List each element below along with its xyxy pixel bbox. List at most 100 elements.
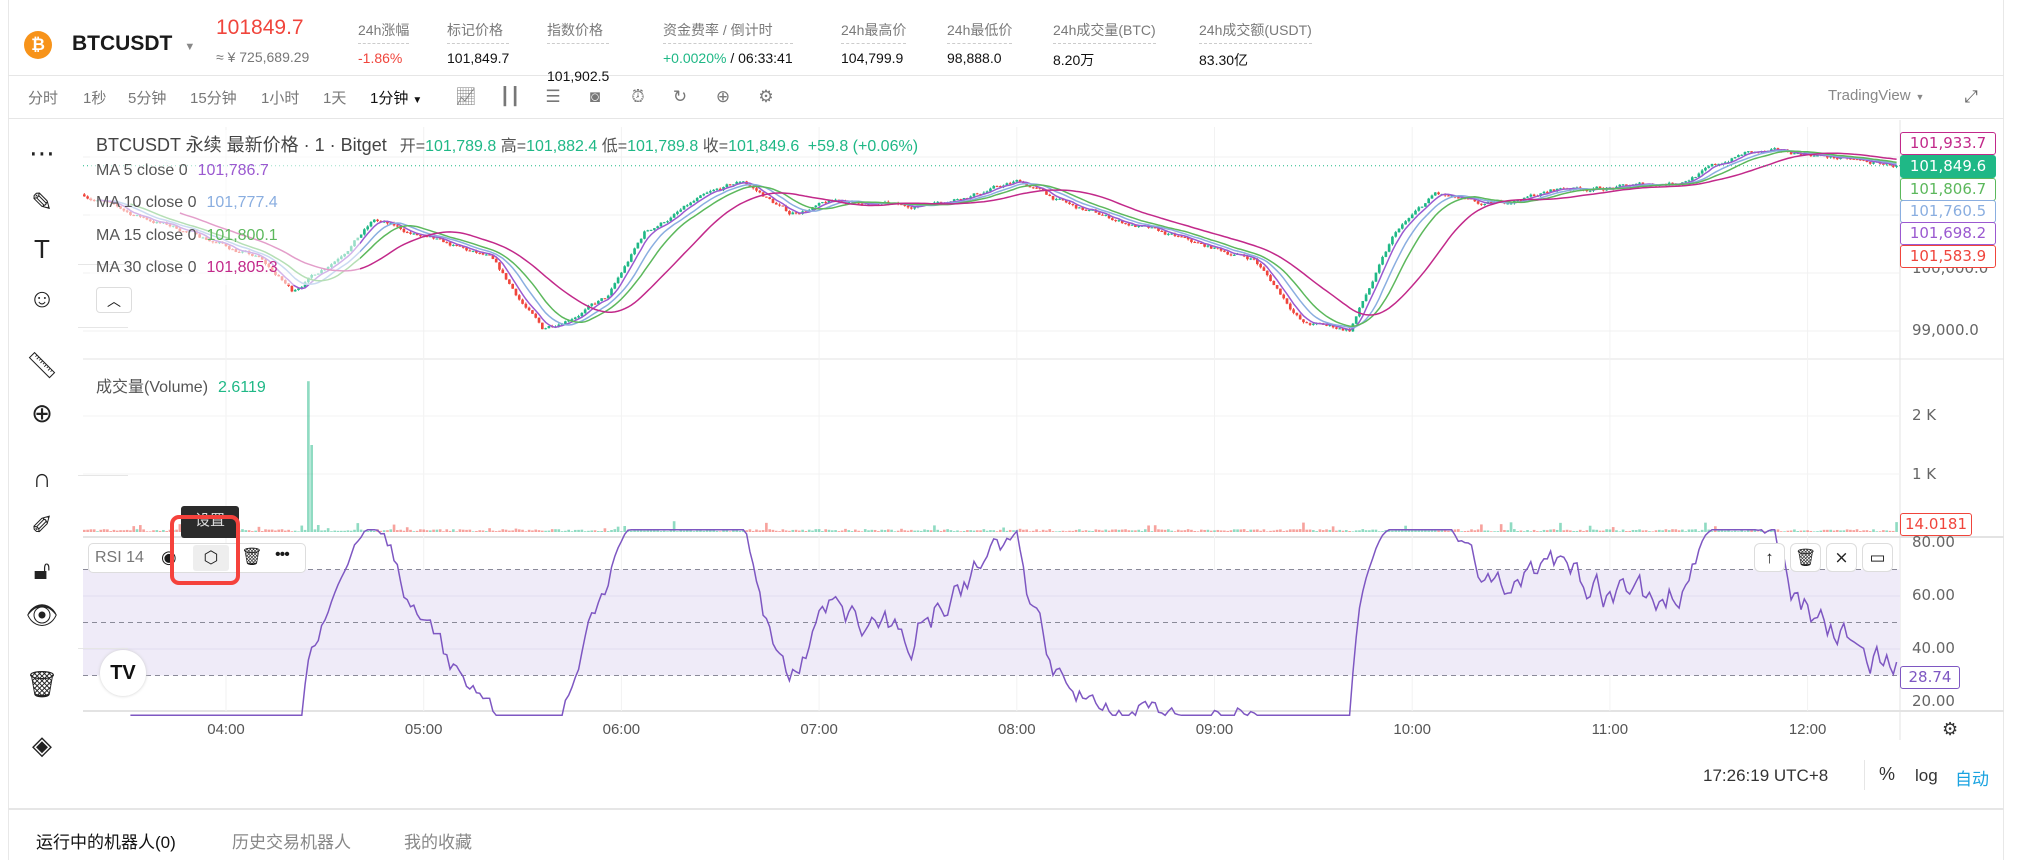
- candle: [620, 272, 623, 278]
- add-icon[interactable]: ⊕: [712, 86, 734, 108]
- candle: [906, 205, 910, 208]
- volume-bar: [666, 531, 669, 532]
- volume-bar: [165, 531, 169, 532]
- view-mode-dropdown[interactable]: TradingView ▼: [1828, 87, 1924, 104]
- trash-icon[interactable]: 🗑︎: [241, 547, 263, 567]
- volume-bar: [1463, 531, 1467, 532]
- lock-drawing-icon[interactable]: ✐: [22, 508, 62, 542]
- candle: [1279, 288, 1282, 295]
- ma-line-30: [179, 152, 1897, 316]
- candle: [452, 244, 455, 246]
- candle: [679, 209, 683, 212]
- volume-bar: [1051, 531, 1055, 532]
- bottom-tab-1[interactable]: 历史交易机器人: [232, 828, 351, 853]
- stat-value-text: 83.30亿: [1199, 52, 1249, 68]
- volume-bar: [1147, 525, 1150, 532]
- volume-bar: [929, 530, 933, 532]
- candle: [547, 326, 551, 329]
- more-icon[interactable]: •••: [275, 546, 290, 564]
- volume-bar: [1064, 531, 1068, 532]
- ruler-icon[interactable]: 📏︎: [22, 348, 62, 382]
- collapse-legend-button[interactable]: ︿: [96, 287, 132, 313]
- volume-bar: [1842, 530, 1846, 532]
- timeframe-5[interactable]: 1天: [323, 87, 346, 108]
- timeframe-4[interactable]: 1小时: [261, 87, 299, 108]
- volume-bar: [1651, 531, 1655, 532]
- volume-bar: [1229, 530, 1233, 532]
- candle: [534, 313, 538, 318]
- timeframe-3[interactable]: 15分钟: [190, 87, 237, 108]
- volume-bar: [419, 529, 422, 532]
- candle: [1114, 220, 1117, 222]
- volume-bar: [452, 529, 455, 532]
- trend-line-icon[interactable]: ⋯: [22, 136, 62, 170]
- volume-bar: [501, 529, 505, 532]
- unlock-icon[interactable]: 🔓︎: [22, 553, 62, 587]
- move-up-icon[interactable]: ↑: [1754, 543, 1785, 572]
- volume-bar: [1045, 530, 1048, 532]
- settings-icon[interactable]: ⚙: [755, 86, 777, 108]
- auto-toggle[interactable]: 自动: [1955, 765, 1989, 790]
- time-tick: 11:00: [1591, 721, 1629, 738]
- volume-bar: [1094, 529, 1098, 532]
- volume-bar: [1321, 530, 1325, 532]
- layout-icon[interactable]: ☰: [542, 86, 564, 108]
- trash-icon[interactable]: 🗑︎: [1790, 543, 1821, 572]
- volume-bar: [1816, 531, 1819, 532]
- volume-bar: [1262, 529, 1266, 532]
- candle-type-icon[interactable]: ┃┃: [499, 86, 521, 108]
- volume-bar: [1381, 531, 1384, 532]
- stat-3: 资金费率 / 倒计时 +0.0020% / 06:33:41: [663, 20, 793, 66]
- timeframe-2[interactable]: 5分钟: [128, 87, 166, 108]
- alarm-icon[interactable]: ⏰︎: [627, 86, 649, 108]
- volume-bar: [415, 530, 419, 532]
- maximize-icon[interactable]: ▭: [1862, 543, 1893, 572]
- volume-bar: [1193, 530, 1197, 532]
- zoom-in-icon[interactable]: ⊕: [22, 396, 62, 430]
- volume-bar: [587, 530, 590, 532]
- indicators-icon[interactable]: 📈︎: [455, 86, 477, 108]
- volume-bar: [1012, 530, 1015, 532]
- text-icon[interactable]: T: [22, 232, 62, 266]
- brush-icon[interactable]: ✎: [22, 185, 62, 219]
- layers-icon[interactable]: ◈: [22, 728, 62, 762]
- bottom-tab-2[interactable]: 我的收藏: [404, 828, 472, 853]
- volume-bar: [1743, 531, 1747, 532]
- percent-toggle[interactable]: %: [1879, 764, 1895, 785]
- camera-icon[interactable]: ◙: [584, 86, 606, 108]
- volume-bar: [1031, 530, 1035, 532]
- volume-bar: [1529, 531, 1533, 532]
- bottom-tab-0[interactable]: 运行中的机器人(0): [36, 828, 176, 853]
- timeframe-0[interactable]: 分时: [28, 87, 58, 108]
- axis-settings-icon[interactable]: ⚙: [1942, 719, 1958, 740]
- timeframe-1[interactable]: 1秒: [83, 87, 106, 108]
- volume-bar: [995, 531, 999, 532]
- candle: [1051, 195, 1055, 200]
- volume-bar: [1265, 531, 1269, 532]
- volume-bar: [102, 529, 106, 532]
- volume-bar: [251, 531, 254, 532]
- stat-1: 标记价格 101,849.7: [447, 20, 510, 66]
- collapse-icon[interactable]: ⨯: [1826, 543, 1857, 572]
- eye-icon[interactable]: 👁︎: [22, 598, 62, 632]
- volume-bar: [1008, 529, 1012, 532]
- caret-down-icon: ▼: [1915, 92, 1925, 102]
- magnet-icon[interactable]: ∩: [22, 461, 62, 495]
- tradingview-logo[interactable]: TV: [100, 650, 146, 696]
- volume-bar: [646, 530, 650, 532]
- stat-6: 24h成交量(BTC) 8.20万: [1053, 20, 1156, 70]
- fullscreen-icon[interactable]: ⤢: [1960, 86, 1982, 108]
- candle: [758, 190, 762, 193]
- volume-bar: [544, 530, 547, 532]
- symbol-selector[interactable]: BTCUSDT ▼: [72, 32, 195, 56]
- log-toggle[interactable]: log: [1915, 766, 1938, 786]
- volume-bar: [1671, 529, 1674, 532]
- timeframe-dropdown[interactable]: 1分钟 ▼: [370, 87, 422, 108]
- volume-bar: [399, 529, 402, 532]
- stat-0: 24h涨幅 -1.86%: [358, 20, 410, 66]
- volume-bar: [956, 530, 959, 532]
- replay-icon[interactable]: ↻: [669, 86, 691, 108]
- volume-bar: [1793, 529, 1796, 532]
- trash-icon[interactable]: 🗑︎: [22, 667, 62, 701]
- emoji-icon[interactable]: ☺: [22, 281, 62, 315]
